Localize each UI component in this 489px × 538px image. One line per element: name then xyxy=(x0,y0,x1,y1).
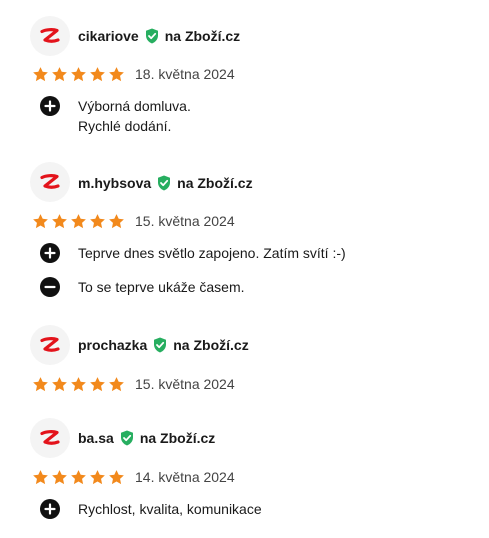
author-name[interactable]: m.hybsova xyxy=(78,175,151,191)
review-date: 18. května 2024 xyxy=(135,66,235,82)
pro-text-line: Teprve dnes světlo zapojeno. Zatím svítí… xyxy=(78,245,346,261)
star-icon xyxy=(32,66,49,83)
author-avatar xyxy=(30,162,70,202)
star-icon xyxy=(51,376,68,393)
con-point: To se teprve ukáže časem. xyxy=(40,277,245,297)
star-icon xyxy=(32,469,49,486)
zbozi-logo-icon xyxy=(39,430,61,446)
review-source: na Zboží.cz xyxy=(173,337,249,353)
pro-text-line: Výborná domluva. xyxy=(78,98,191,114)
review-date: 14. května 2024 xyxy=(135,469,235,485)
author-avatar xyxy=(30,325,70,365)
rating-row: 15. května 2024 xyxy=(32,374,235,394)
review-date: 15. května 2024 xyxy=(135,376,235,392)
star-icon xyxy=(51,66,68,83)
review-header: cikariove na Zboží.cz xyxy=(78,26,240,46)
zbozi-logo-icon xyxy=(39,337,61,353)
star-icon xyxy=(51,469,68,486)
star-icon xyxy=(51,213,68,230)
star-icon xyxy=(70,66,87,83)
pro-text: Rychlost, kvalita, komunikace xyxy=(78,499,262,519)
star-icon xyxy=(70,376,87,393)
pro-point: Rychlost, kvalita, komunikace xyxy=(40,499,262,519)
star-icon xyxy=(70,213,87,230)
star-icon xyxy=(89,376,106,393)
review-source: na Zboží.cz xyxy=(177,175,253,191)
pro-text-line: Rychlé dodání. xyxy=(78,118,172,134)
star-icon xyxy=(108,66,125,83)
star-icon xyxy=(108,376,125,393)
author-avatar xyxy=(30,16,70,56)
verified-shield-icon xyxy=(120,430,134,446)
author-name[interactable]: ba.sa xyxy=(78,430,114,446)
review-source: na Zboží.cz xyxy=(139,430,216,446)
star-icon xyxy=(70,469,87,486)
pro-text: Výborná domluva. Rychlé dodání. xyxy=(78,96,191,136)
star-icon xyxy=(108,213,125,230)
zbozi-logo-icon xyxy=(39,174,61,190)
rating-row: 18. května 2024 xyxy=(32,64,235,84)
star-icon xyxy=(89,66,106,83)
author-avatar xyxy=(30,418,70,458)
review-date: 15. května 2024 xyxy=(135,213,235,229)
pro-text-line: Rychlost, kvalita, komunikace xyxy=(78,501,262,517)
plus-circle-icon xyxy=(40,96,60,116)
pro-text: Teprve dnes světlo zapojeno. Zatím svítí… xyxy=(78,243,346,263)
plus-circle-icon xyxy=(40,243,60,263)
verified-shield-icon xyxy=(145,28,159,44)
rating-row: 15. května 2024 xyxy=(32,211,235,231)
star-icon xyxy=(89,213,106,230)
zbozi-logo-icon xyxy=(39,28,61,44)
review-header: m.hybsova na Zboží.cz xyxy=(78,173,253,193)
con-text: To se teprve ukáže časem. xyxy=(78,277,245,297)
star-icon xyxy=(89,469,106,486)
review-header: ba.sa na Zboží.cz xyxy=(78,428,215,448)
review-source: na Zboží.cz xyxy=(164,28,241,44)
rating-row: 14. května 2024 xyxy=(32,467,235,487)
verified-shield-icon xyxy=(153,337,167,353)
star-icon xyxy=(32,376,49,393)
author-name[interactable]: cikariove xyxy=(78,28,139,44)
pro-point: Výborná domluva. Rychlé dodání. xyxy=(40,96,191,136)
author-name[interactable]: prochazka xyxy=(78,337,147,353)
star-icon xyxy=(108,469,125,486)
minus-circle-icon xyxy=(40,277,60,297)
pro-point: Teprve dnes světlo zapojeno. Zatím svítí… xyxy=(40,243,346,263)
verified-shield-icon xyxy=(157,175,171,191)
con-text-line: To se teprve ukáže časem. xyxy=(78,279,245,295)
plus-circle-icon xyxy=(40,499,60,519)
review-header: prochazka na Zboží.cz xyxy=(78,335,249,355)
star-icon xyxy=(32,213,49,230)
